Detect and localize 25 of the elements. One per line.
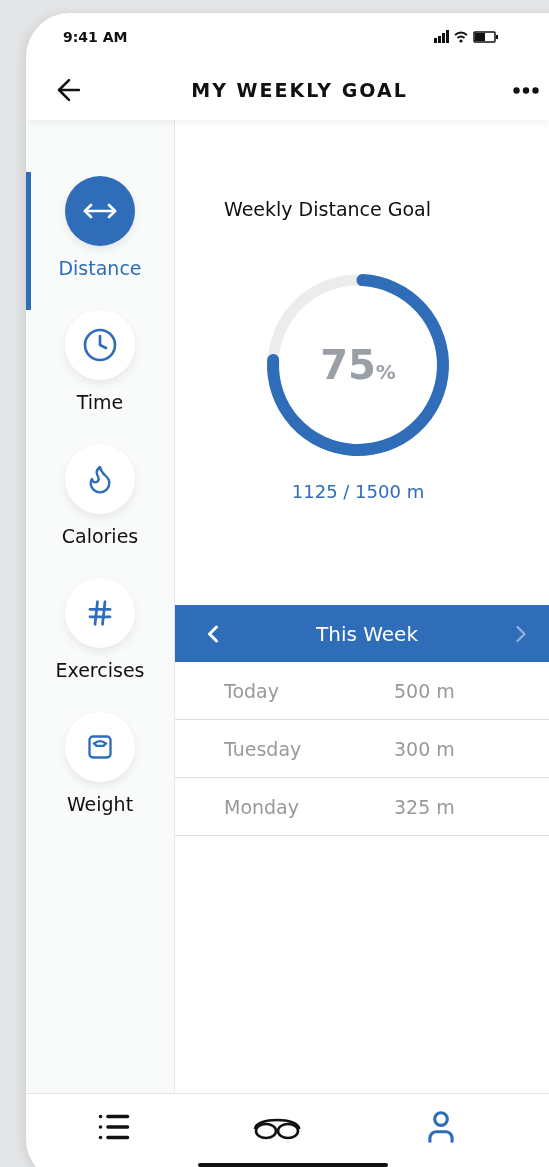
wifi-icon (454, 30, 468, 43)
distance-reading: 1125 / 1500 m (291, 481, 425, 502)
category-label: Weight (66, 793, 134, 815)
day-distance: 300 m (394, 737, 455, 760)
goal-title: Weekly Distance Goal (224, 198, 432, 220)
category-label: Calories (61, 525, 139, 547)
percent-unit: % (375, 360, 396, 384)
scale-icon (86, 733, 114, 761)
day-label: Monday (224, 795, 300, 818)
day-distance: 500 m (394, 679, 455, 702)
week-label: This Week (316, 621, 418, 646)
category-label: Time (76, 391, 124, 413)
screen-title: MY WEEKLY GOAL (191, 79, 408, 101)
category-label: Exercises (55, 659, 145, 681)
more-icon (513, 86, 539, 94)
status-time: 9:41 AM (63, 28, 128, 45)
battery-icon (473, 30, 499, 43)
signal-icon (434, 30, 449, 43)
clock-icon (82, 327, 118, 363)
percent-value: 75 (320, 342, 376, 388)
day-label: Today (224, 679, 280, 702)
category-label: Distance (58, 257, 142, 279)
more-button[interactable] (513, 86, 539, 94)
day-distance: 325 m (394, 795, 455, 818)
day-label: Tuesday (224, 737, 303, 760)
